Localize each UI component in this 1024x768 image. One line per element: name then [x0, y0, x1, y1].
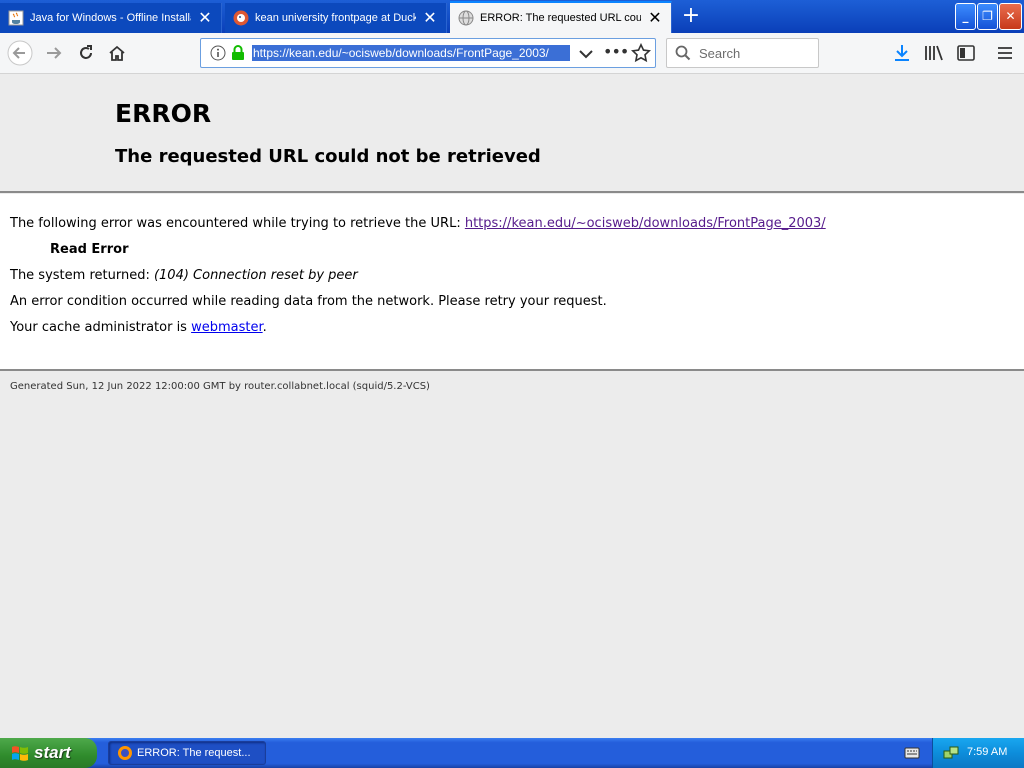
- globe-icon: [458, 10, 474, 26]
- url-text[interactable]: https://kean.edu/~ocisweb/downloads/Fron…: [252, 45, 570, 61]
- keyboard-icon[interactable]: [904, 746, 920, 760]
- url-bar[interactable]: https://kean.edu/~ocisweb/downloads/Fron…: [200, 38, 656, 68]
- close-window-button[interactable]: ✕: [999, 3, 1022, 30]
- start-button[interactable]: start: [0, 738, 97, 768]
- firefox-icon: [118, 746, 132, 760]
- admin-line: Your cache administrator is webmaster.: [10, 320, 267, 335]
- new-tab-button[interactable]: +: [678, 4, 704, 30]
- tab-title: kean university frontpage at DuckDuckGo: [255, 12, 416, 24]
- restore-button[interactable]: ❐: [977, 3, 998, 30]
- minimize-button[interactable]: _: [955, 3, 976, 30]
- system-returned-line: The system returned: (104) Connection re…: [10, 268, 358, 283]
- navigation-toolbar: https://kean.edu/~ocisweb/downloads/Fron…: [0, 33, 1024, 74]
- page-title: ERROR: [115, 99, 212, 128]
- forward-button[interactable]: [40, 39, 68, 67]
- forward-arrow-icon: [47, 47, 62, 59]
- close-icon[interactable]: ✕: [422, 10, 438, 26]
- error-name: Read Error: [50, 242, 129, 257]
- tab-title: Java for Windows - Offline Installation: [30, 12, 191, 24]
- tab-title: ERROR: The requested URL could not be re…: [480, 12, 641, 24]
- downloads-icon[interactable]: [891, 42, 913, 64]
- intro-line: The following error was encountered whil…: [10, 216, 826, 231]
- sidebar-icon[interactable]: [955, 42, 977, 64]
- close-icon[interactable]: ✕: [647, 10, 663, 26]
- error-body: The following error was encountered whil…: [0, 194, 1024, 371]
- page-subtitle: The requested URL could not be retrieved: [115, 146, 541, 167]
- home-button[interactable]: [103, 39, 131, 67]
- system-returned-label: The system returned:: [10, 268, 154, 283]
- system-returned-value: (104) Connection reset by peer: [153, 268, 358, 283]
- java-icon: [8, 10, 24, 26]
- duckduckgo-icon: [233, 10, 249, 26]
- clock[interactable]: 7:59 AM: [967, 746, 1007, 758]
- library-icon[interactable]: [923, 42, 945, 64]
- error-header: ERROR The requested URL could not be ret…: [0, 74, 1024, 193]
- taskbar-window-button[interactable]: ERROR: The request...: [108, 741, 266, 765]
- search-input[interactable]: [697, 44, 812, 62]
- taskbar-window-label: ERROR: The request...: [137, 747, 251, 759]
- info-icon[interactable]: [207, 42, 229, 64]
- admin-suffix: .: [262, 320, 267, 335]
- chevron-down-icon[interactable]: [577, 45, 595, 63]
- network-icon[interactable]: [943, 745, 959, 761]
- page-actions-button[interactable]: •••: [603, 41, 629, 65]
- menu-icon[interactable]: [994, 42, 1016, 64]
- bookmark-star-icon[interactable]: [631, 43, 651, 63]
- requested-url-link[interactable]: https://kean.edu/~ocisweb/downloads/Fron…: [465, 216, 826, 231]
- search-icon: [675, 45, 691, 61]
- back-arrow-icon: [7, 40, 33, 66]
- page-content: ERROR The requested URL could not be ret…: [0, 74, 1024, 738]
- windows-logo-icon: [12, 746, 28, 761]
- reload-button[interactable]: [72, 39, 100, 67]
- start-label: start: [34, 743, 71, 762]
- search-bar[interactable]: [666, 38, 819, 68]
- reload-icon: [80, 45, 92, 59]
- admin-prefix: Your cache administrator is: [10, 320, 192, 335]
- tab-strip: Java for Windows - Offline Installation …: [0, 0, 1024, 33]
- tab-duckduckgo[interactable]: kean university frontpage at DuckDuckGo …: [225, 3, 447, 33]
- tab-error[interactable]: ERROR: The requested URL could not be re…: [450, 1, 672, 33]
- intro-text: The following error was encountered whil…: [10, 216, 465, 231]
- lock-icon[interactable]: [229, 44, 247, 62]
- generated-footer: Generated Sun, 12 Jun 2022 12:00:00 GMT …: [10, 381, 430, 392]
- webmaster-link[interactable]: webmaster: [191, 320, 263, 335]
- error-description: An error condition occurred while readin…: [10, 294, 607, 309]
- home-icon: [109, 45, 125, 61]
- back-button[interactable]: [6, 39, 34, 67]
- taskbar: start ERROR: The request... 7:59 AM: [0, 738, 1024, 768]
- close-icon[interactable]: ✕: [197, 10, 213, 26]
- tab-java[interactable]: Java for Windows - Offline Installation …: [0, 3, 222, 33]
- system-tray: 7:59 AM: [932, 738, 1024, 768]
